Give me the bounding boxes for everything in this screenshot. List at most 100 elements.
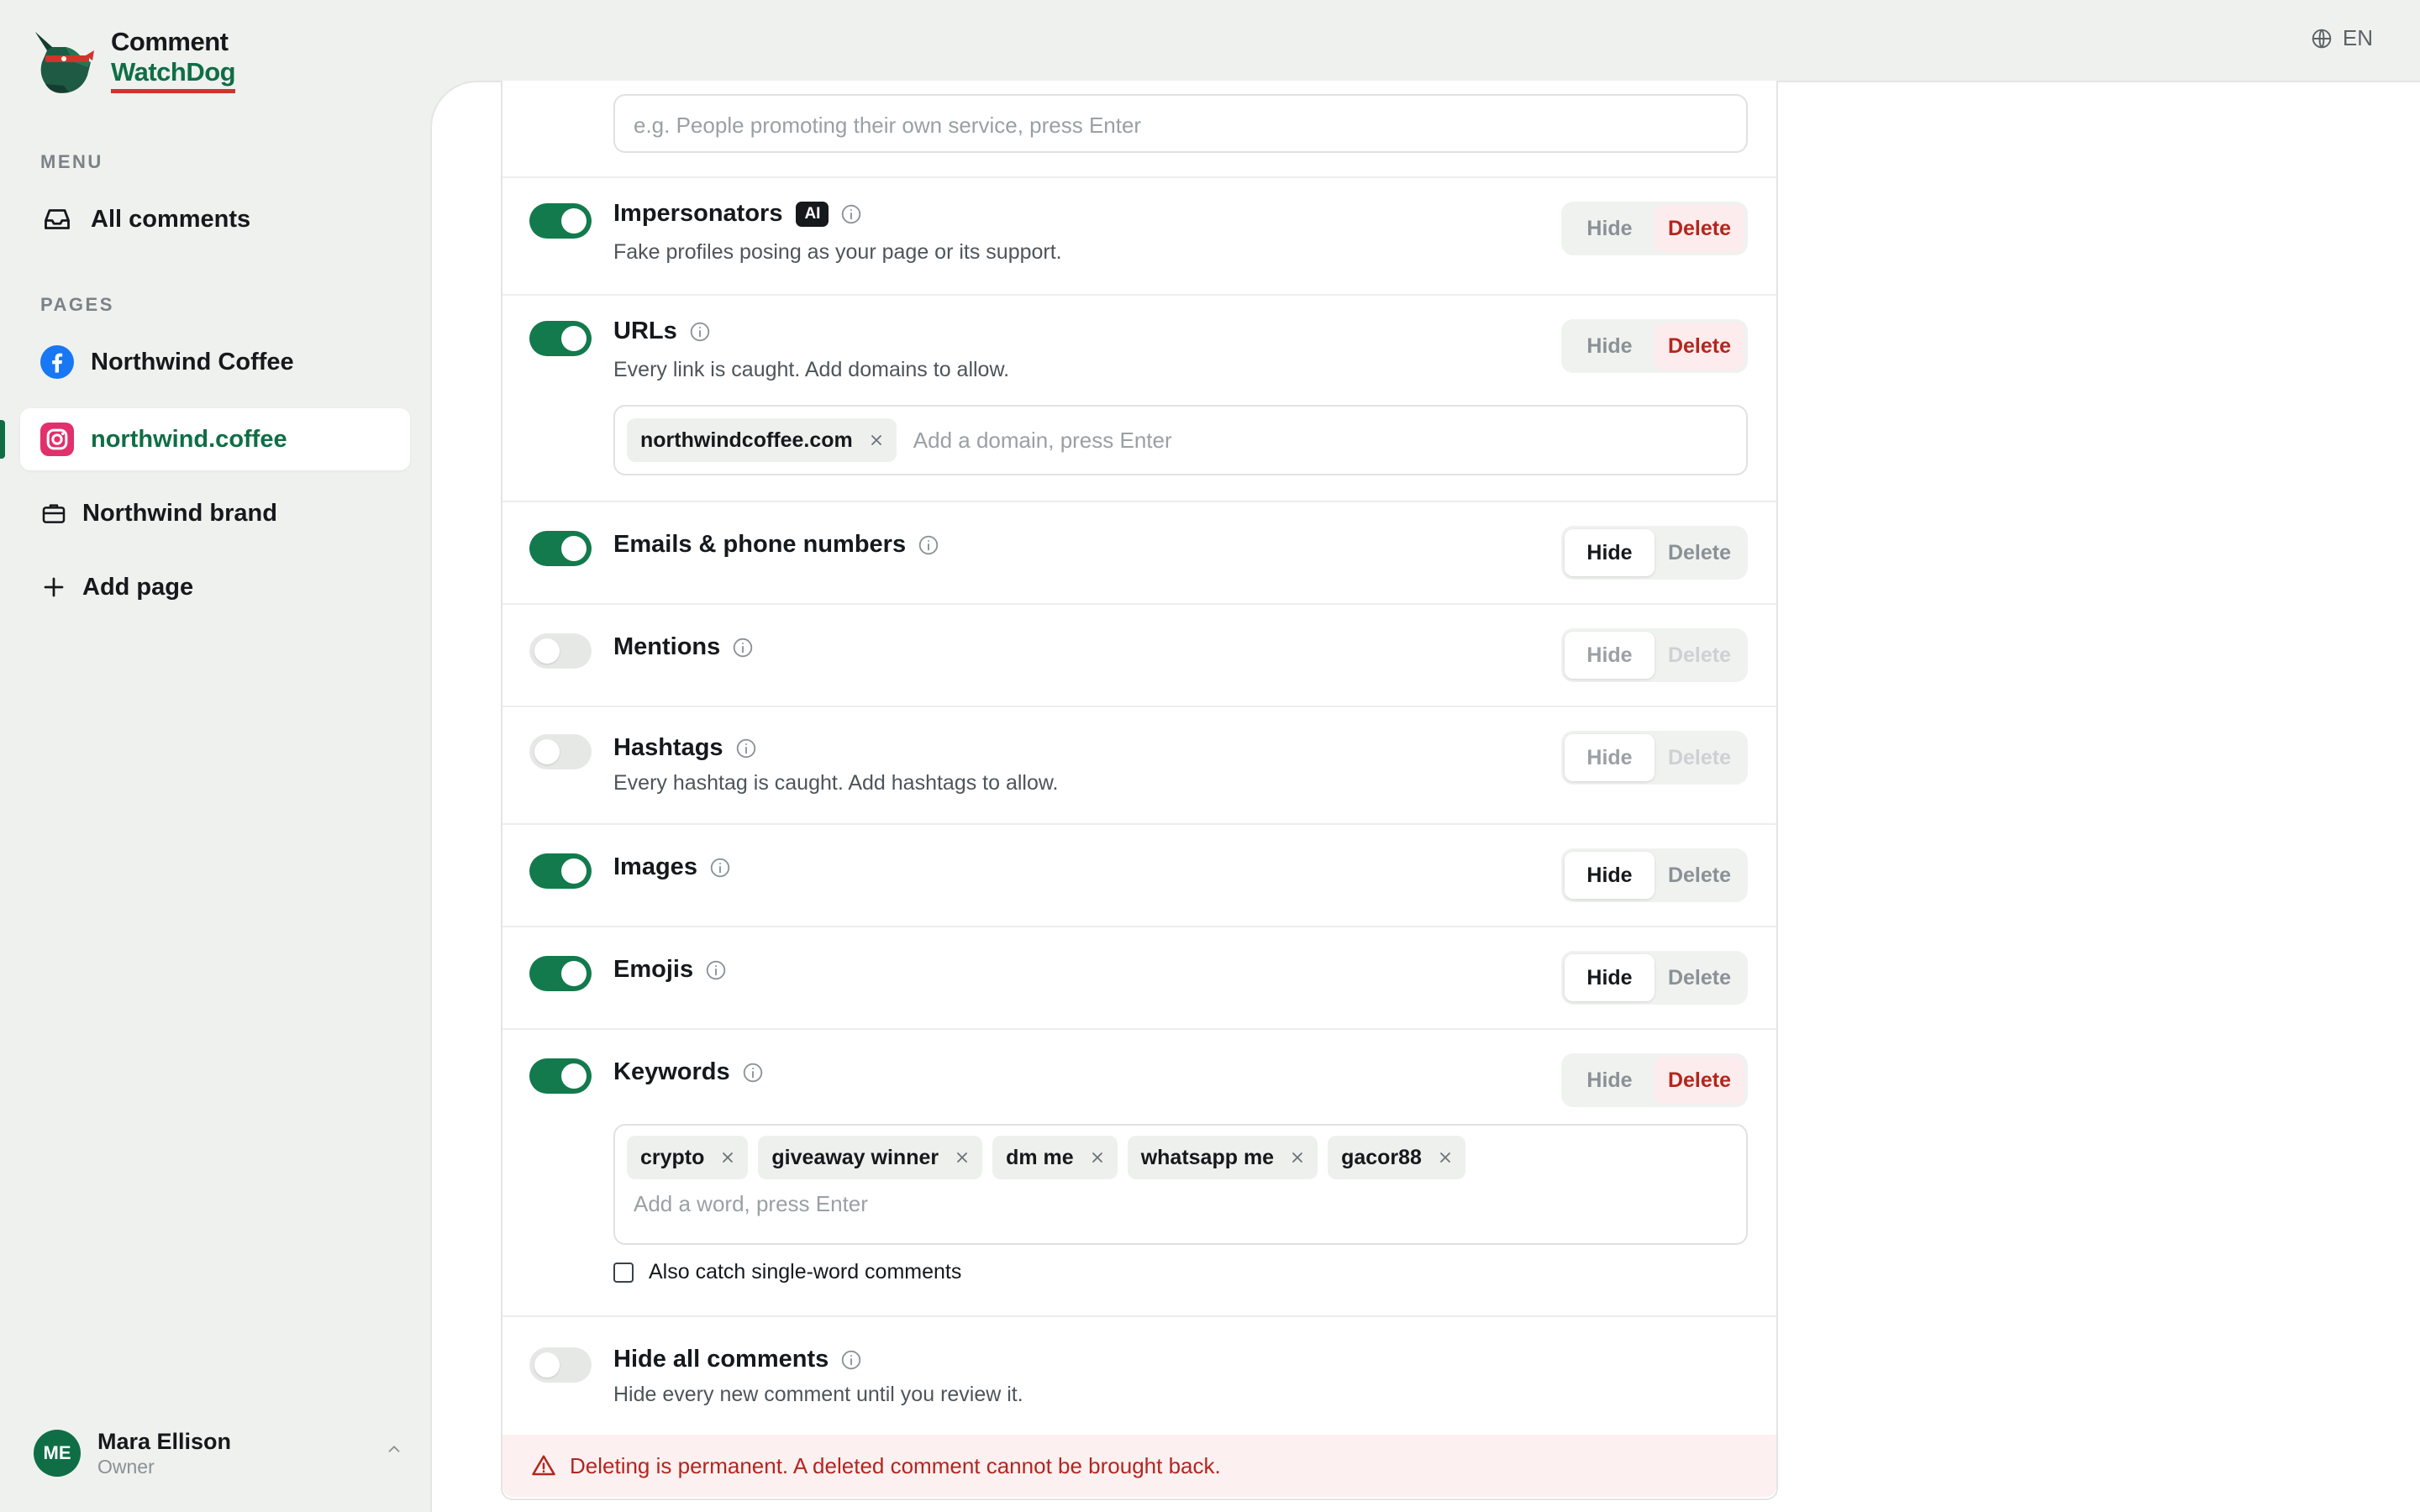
chip-label: gacor88 <box>1341 1145 1422 1169</box>
single-word-checkbox[interactable] <box>613 1262 634 1283</box>
keyword-chip: dm me <box>992 1136 1118 1179</box>
rule-title: Impersonators <box>613 200 783 227</box>
rule-title: Images <box>613 853 697 880</box>
add-page-button[interactable]: Add page <box>20 556 410 618</box>
rules-card: e.g. People promoting their own service,… <box>501 81 1778 1500</box>
mentions-toggle[interactable] <box>529 633 592 669</box>
sidebar-item-northwind-brand[interactable]: Northwind brand <box>20 482 410 544</box>
warning-text: Deleting is permanent. A deleted comment… <box>570 1452 1221 1478</box>
chip-label: crypto <box>640 1145 705 1169</box>
delete-option[interactable]: Delete <box>1655 734 1744 781</box>
delete-option[interactable]: Delete <box>1655 1057 1744 1104</box>
delete-option[interactable]: Delete <box>1655 954 1744 1001</box>
keywords-toggle[interactable] <box>529 1058 592 1094</box>
rule-title: Hashtags <box>613 734 723 761</box>
info-icon[interactable] <box>742 1062 764 1084</box>
inbox-icon <box>40 202 74 236</box>
brand-line1: Comment <box>111 27 229 56</box>
delete-option[interactable]: Delete <box>1655 632 1744 679</box>
info-icon[interactable] <box>732 637 754 659</box>
hide-option[interactable]: Hide <box>1565 852 1655 899</box>
chip-label: dm me <box>1006 1145 1074 1169</box>
keyword-chip: giveaway winner <box>758 1136 983 1179</box>
sidebar: MENU All comments PAGES Northwind Coffee <box>0 81 430 1512</box>
urls-toggle[interactable] <box>529 321 592 356</box>
chip-label: northwindcoffee.com <box>640 428 853 452</box>
delete-option[interactable]: Delete <box>1655 529 1744 576</box>
info-icon[interactable] <box>709 857 731 879</box>
facebook-icon <box>40 345 74 379</box>
info-icon[interactable] <box>918 534 939 556</box>
mentions-action-selector: Hide Delete <box>1561 628 1748 682</box>
hashtags-toggle[interactable] <box>529 734 592 769</box>
hide-option[interactable]: Hide <box>1565 632 1655 679</box>
info-icon[interactable] <box>840 1349 862 1371</box>
info-icon[interactable] <box>735 738 757 759</box>
allowed-domains-field[interactable]: northwindcoffee.com Add a domain, press … <box>613 405 1748 475</box>
rule-row-custom: e.g. People promoting their own service,… <box>502 81 1776 178</box>
hide-option[interactable]: Hide <box>1565 529 1655 576</box>
delete-option[interactable]: Delete <box>1655 323 1744 370</box>
language-label: EN <box>2342 25 2373 50</box>
rule-row-mentions: Mentions Hide Delete <box>502 605 1776 707</box>
impersonators-toggle[interactable] <box>529 203 592 239</box>
rule-row-impersonators: Impersonators AI Fake profiles posing as… <box>502 178 1776 296</box>
rule-row-emails: Emails & phone numbers Hide Delete <box>502 502 1776 605</box>
keywords-field[interactable]: crypto giveaway winner dm me whatsapp me <box>613 1124 1748 1245</box>
hide-option[interactable]: Hide <box>1565 734 1655 781</box>
rule-description: Hide every new comment until you review … <box>613 1383 1023 1406</box>
hide-option[interactable]: Hide <box>1565 323 1655 370</box>
chip-label: whatsapp me <box>1140 1145 1275 1169</box>
sidebar-item-label: Add page <box>82 573 194 601</box>
sidebar-item-northwind-coffee-instagram[interactable]: northwind.coffee <box>20 408 410 470</box>
rule-row-emojis: Emojis Hide Delete <box>502 927 1776 1030</box>
info-icon[interactable] <box>705 959 727 981</box>
sidebar-item-all-comments[interactable]: All comments <box>20 188 410 250</box>
language-switcher[interactable]: EN <box>2311 25 2373 51</box>
plus-icon <box>40 570 67 604</box>
rule-title: Keywords <box>613 1058 730 1085</box>
pages-section-label: PAGES <box>40 294 114 315</box>
delete-option[interactable]: Delete <box>1655 205 1744 252</box>
custom-rule-input[interactable]: e.g. People promoting their own service,… <box>613 94 1748 153</box>
rule-row-urls: URLs Every link is caught. Add domains t… <box>502 296 1776 502</box>
single-word-option[interactable]: Also catch single-word comments <box>613 1260 961 1284</box>
sidebar-item-northwind-coffee[interactable]: Northwind Coffee <box>20 331 410 393</box>
menu-section-label: MENU <box>40 151 103 172</box>
info-icon[interactable] <box>840 203 862 225</box>
rule-row-images: Images Hide Delete <box>502 825 1776 927</box>
user-menu[interactable]: ME Mara Ellison Owner <box>34 1428 403 1478</box>
impersonators-action-selector: Hide Delete <box>1561 202 1748 255</box>
emojis-toggle[interactable] <box>529 956 592 991</box>
images-toggle[interactable] <box>529 853 592 889</box>
hide-option[interactable]: Hide <box>1565 1057 1655 1104</box>
rule-description: Every link is caught. Add domains to all… <box>613 358 1010 381</box>
delete-option[interactable]: Delete <box>1655 852 1744 899</box>
remove-chip-icon[interactable] <box>719 1149 736 1166</box>
hide-all-toggle[interactable] <box>529 1347 592 1383</box>
rule-row-keywords: Keywords Hide Delete crypto giveaway win… <box>502 1030 1776 1317</box>
remove-chip-icon[interactable] <box>1437 1149 1454 1166</box>
keyword-input-placeholder[interactable]: Add a word, press Enter <box>634 1191 1746 1217</box>
emails-toggle[interactable] <box>529 531 592 566</box>
remove-chip-icon[interactable] <box>954 1149 971 1166</box>
rule-title: Emojis <box>613 956 694 983</box>
domain-input-placeholder[interactable]: Add a domain, press Enter <box>913 428 1172 454</box>
keyword-chip: crypto <box>627 1136 749 1179</box>
chevron-up-icon <box>385 1440 403 1462</box>
remove-chip-icon[interactable] <box>1089 1149 1106 1166</box>
rule-title: URLs <box>613 318 677 344</box>
sidebar-item-label: All comments <box>91 205 251 233</box>
custom-rule-placeholder: e.g. People promoting their own service,… <box>634 113 1142 138</box>
hide-option[interactable]: Hide <box>1565 205 1655 252</box>
instagram-icon <box>40 423 74 456</box>
remove-chip-icon[interactable] <box>1289 1149 1306 1166</box>
hide-option[interactable]: Hide <box>1565 954 1655 1001</box>
keyword-chip: whatsapp me <box>1127 1136 1318 1179</box>
info-icon[interactable] <box>689 321 711 343</box>
globe-icon <box>2312 29 2332 48</box>
sidebar-item-label: Northwind Coffee <box>91 348 294 375</box>
main-content: e.g. People promoting their own service,… <box>430 81 2420 1512</box>
user-role: Owner <box>97 1456 155 1478</box>
remove-chip-icon[interactable] <box>868 432 885 449</box>
